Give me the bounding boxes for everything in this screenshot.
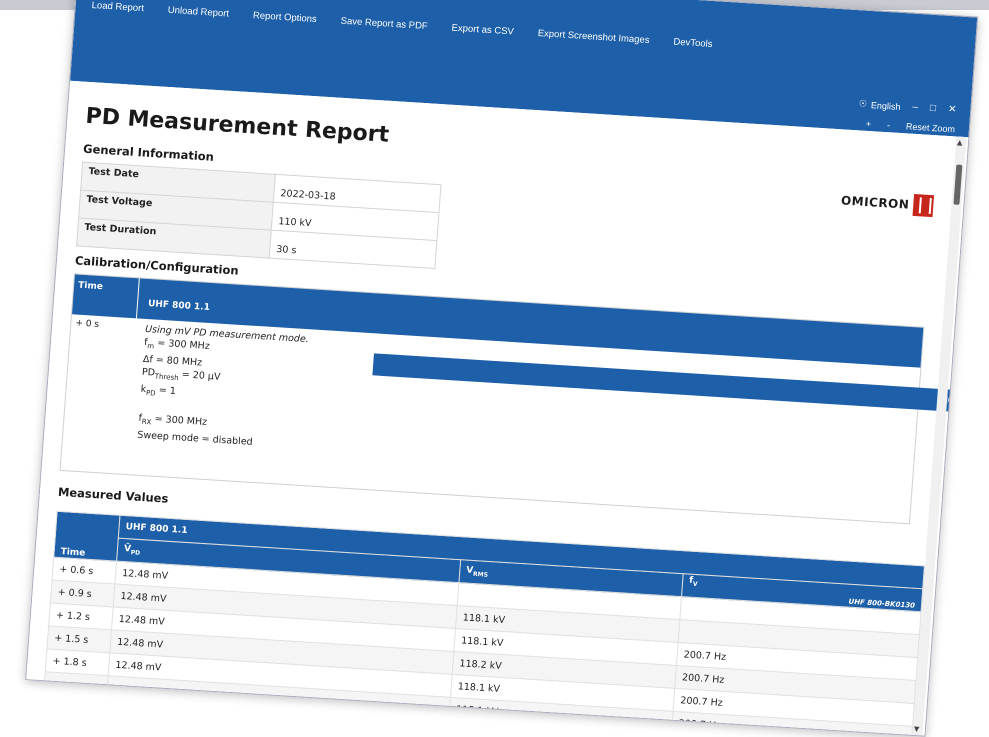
menu-export-screenshots[interactable]: Export Screenshot Images	[525, 27, 661, 47]
logo-text: OMICRON	[840, 193, 910, 212]
maximize-icon[interactable]: □	[930, 103, 937, 114]
minimize-icon[interactable]: –	[912, 102, 918, 113]
scroll-down-icon[interactable]: ▼	[914, 725, 920, 733]
scroll-up-icon[interactable]: ▲	[957, 139, 963, 147]
zoom-in-icon[interactable]: +	[865, 119, 871, 129]
close-icon[interactable]: ✕	[948, 104, 957, 115]
globe-icon: ☉	[858, 98, 868, 109]
language-label: English	[870, 99, 901, 112]
general-info-heading: General Information	[82, 141, 215, 164]
measured-values-heading: Measured Values	[57, 484, 169, 506]
calibration-panel: Time UHF 800 1.1 + 0 s Using mV PD measu…	[59, 273, 979, 525]
report-title: PD Measurement Report	[84, 103, 390, 148]
menu-unload-report[interactable]: Unload Report	[155, 4, 241, 20]
vertical-scrollbar[interactable]: ▲ ▼	[912, 136, 967, 736]
zoom-out-icon[interactable]: -	[887, 120, 891, 130]
cal-time: + 0 s	[75, 318, 100, 331]
menu-devtools[interactable]: DevTools	[661, 36, 725, 51]
menu-report-options[interactable]: Report Options	[241, 9, 330, 25]
cal-time-header: Time	[77, 280, 104, 293]
menu-load-report[interactable]: Load Report	[79, 0, 156, 15]
menu-save-pdf[interactable]: Save Report as PDF	[328, 15, 440, 33]
mv-time-header: Time	[53, 511, 120, 562]
mv-time	[43, 671, 109, 699]
report-viewer-window: Load Report Unload Report Report Options…	[25, 0, 979, 737]
scroll-thumb[interactable]	[953, 164, 963, 205]
menu-export-csv[interactable]: Export as CSV	[439, 22, 526, 38]
report-content: PD Measurement Report OMICRON General In…	[26, 80, 979, 737]
omicron-logo: OMICRON	[840, 189, 935, 218]
omicron-logo-icon	[912, 193, 935, 218]
menu-items: Load Report Unload Report Report Options…	[79, 0, 725, 51]
measured-values-table: Time UHF 800 1.1 V̂PD VRMS fV UHF 800-BK0…	[43, 511, 925, 737]
reset-zoom-button[interactable]: Reset Zoom	[906, 121, 956, 134]
general-info-table: Test Date 2022-03-18 Test Voltage 110 kV…	[76, 162, 442, 269]
language-selector[interactable]: ☉ English – □ ✕	[859, 98, 957, 115]
